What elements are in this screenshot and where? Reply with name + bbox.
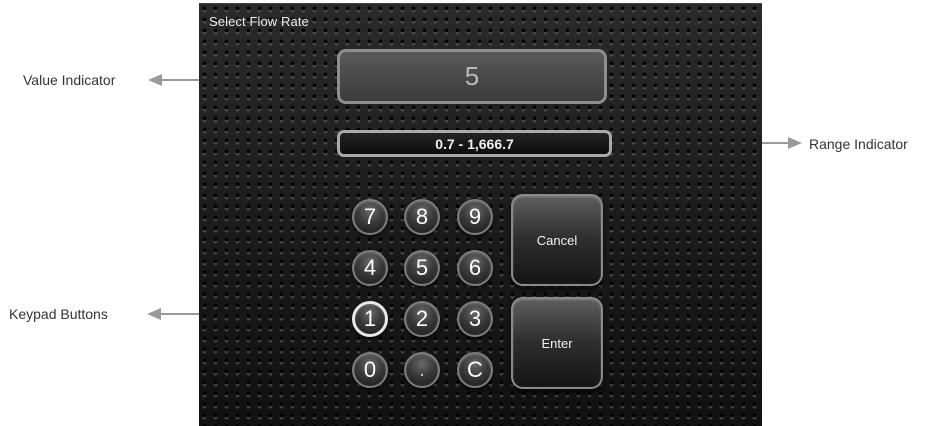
value-text: 5 bbox=[464, 61, 480, 91]
range-indicator-arrow-head bbox=[788, 137, 802, 149]
range-text: 0.7 - 1,666.7 bbox=[435, 135, 514, 152]
cancel-button[interactable]: Cancel bbox=[511, 194, 603, 286]
key-6[interactable]: 6 bbox=[457, 250, 493, 286]
key-9[interactable]: 9 bbox=[457, 199, 493, 235]
range-display: 0.7 - 1,666.7 bbox=[337, 130, 612, 157]
value-display: 5 bbox=[337, 49, 607, 104]
key-1[interactable]: 1 bbox=[352, 301, 388, 337]
key-clear[interactable]: C bbox=[457, 352, 493, 388]
value-indicator-label: Value Indicator bbox=[23, 72, 116, 88]
key-decimal[interactable]: . bbox=[404, 352, 440, 388]
key-3[interactable]: 3 bbox=[457, 301, 493, 337]
key-0[interactable]: 0 bbox=[352, 352, 388, 388]
key-8[interactable]: 8 bbox=[404, 199, 440, 235]
key-4[interactable]: 4 bbox=[352, 250, 388, 286]
screen-title: Select Flow Rate bbox=[209, 14, 309, 29]
enter-button[interactable]: Enter bbox=[511, 297, 603, 389]
key-2[interactable]: 2 bbox=[404, 301, 440, 337]
range-indicator-label: Range Indicator bbox=[809, 136, 908, 152]
keypad-buttons-label: Keypad Buttons bbox=[9, 306, 108, 322]
flow-rate-screen: Select Flow Rate 5 0.7 - 1,666.7 7 8 9 4… bbox=[199, 3, 762, 426]
key-7[interactable]: 7 bbox=[352, 199, 388, 235]
key-5[interactable]: 5 bbox=[404, 250, 440, 286]
